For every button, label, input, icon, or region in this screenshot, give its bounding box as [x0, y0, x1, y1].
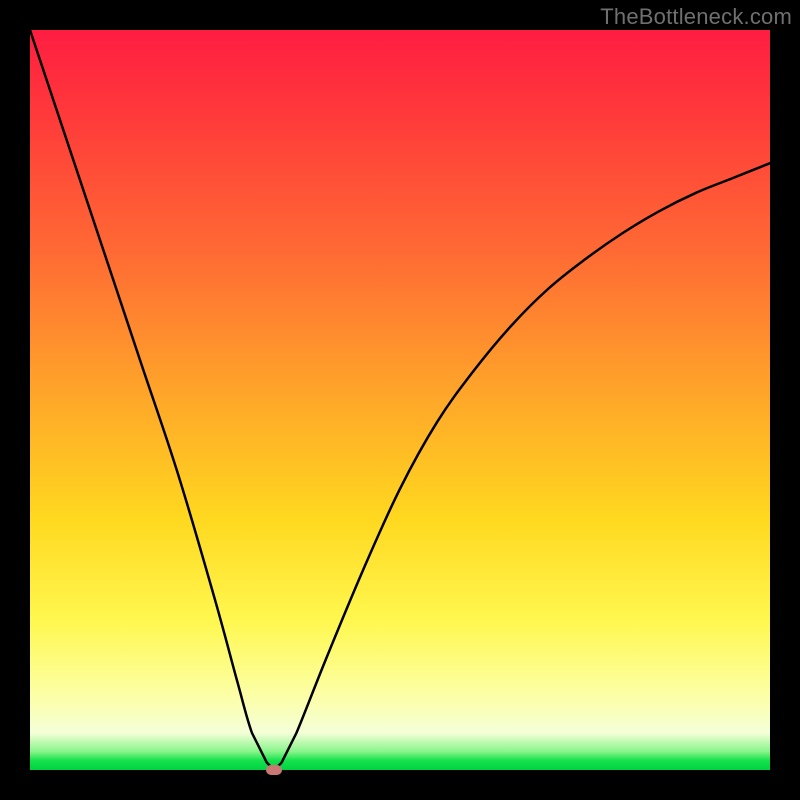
bottleneck-curve: [30, 30, 770, 770]
chart-frame: TheBottleneck.com: [0, 0, 800, 800]
plot-area: [30, 30, 770, 770]
curve-minimum-marker: [266, 765, 282, 775]
watermark-text: TheBottleneck.com: [600, 4, 792, 30]
